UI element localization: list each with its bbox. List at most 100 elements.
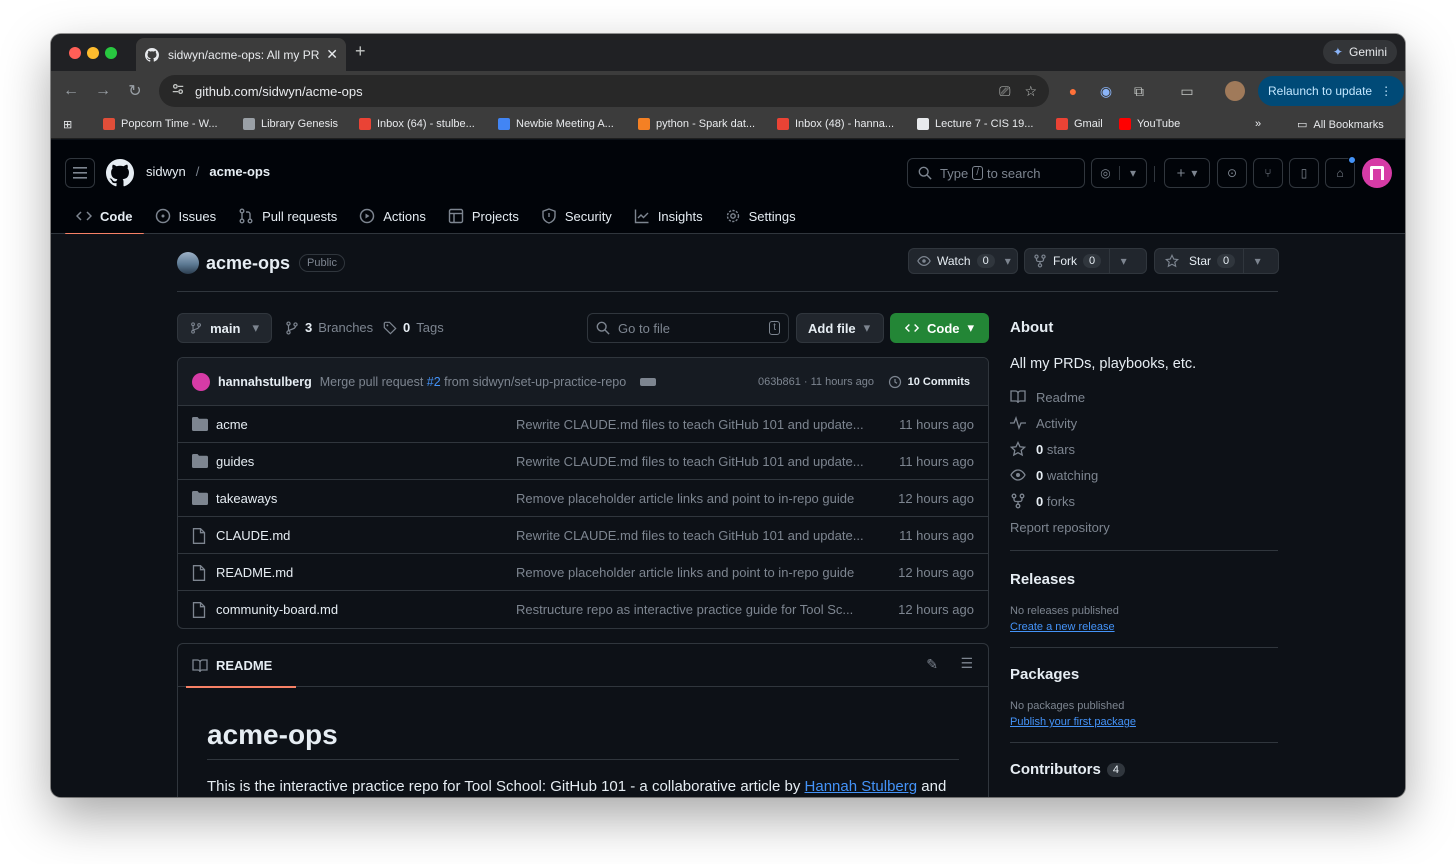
star-button[interactable]: Star 0 ▾ <box>1154 248 1279 274</box>
table-row[interactable]: README.md Remove placeholder article lin… <box>178 554 988 591</box>
apps-grid-icon[interactable]: ⊞ <box>63 118 72 131</box>
tags-link[interactable]: 0 Tags <box>383 320 444 335</box>
extension-chrome-icon[interactable]: ◉ <box>1096 81 1116 101</box>
repositories-button[interactable]: ▯ <box>1289 158 1319 188</box>
back-arrow-icon[interactable]: ← <box>55 82 87 100</box>
file-commit-message[interactable]: Remove placeholder article links and poi… <box>516 491 866 506</box>
fork-button[interactable]: Fork 0 ▾ <box>1024 248 1147 274</box>
profile-avatar[interactable] <box>1225 81 1245 101</box>
new-tab-button[interactable]: + <box>355 41 366 62</box>
readme-tab[interactable]: README <box>185 644 297 688</box>
forks-link[interactable]: 0 forks <box>1010 488 1278 514</box>
report-repository-link[interactable]: Report repository <box>1010 514 1278 540</box>
bookmark-item[interactable]: Gmail <box>1056 118 1103 130</box>
table-row[interactable]: community-board.md Restructure repo as i… <box>178 591 988 628</box>
bookmark-item[interactable]: Library Genesis <box>243 118 338 130</box>
extensions-puzzle-icon[interactable]: ⧉ <box>1129 81 1149 101</box>
table-row[interactable]: takeaways Remove placeholder article lin… <box>178 480 988 517</box>
close-tab-icon[interactable]: ✕ <box>326 46 338 63</box>
tab-pull-requests[interactable]: Pull requests <box>227 198 348 234</box>
stars-link[interactable]: 0 stars <box>1010 436 1278 462</box>
branch-selector[interactable]: main ▾ <box>177 313 272 343</box>
tab-settings[interactable]: Settings <box>714 198 807 234</box>
file-name[interactable]: README.md <box>216 565 293 580</box>
code-button[interactable]: Code ▾ <box>890 313 989 343</box>
file-commit-message[interactable]: Rewrite CLAUDE.md files to teach GitHub … <box>516 417 866 432</box>
close-window-button[interactable] <box>69 47 81 59</box>
create-release-link[interactable]: Create a new release <box>1010 621 1278 633</box>
tab-actions[interactable]: Actions <box>348 198 437 234</box>
publish-package-link[interactable]: Publish your first package <box>1010 716 1278 728</box>
table-row[interactable]: guides Rewrite CLAUDE.md files to teach … <box>178 443 988 480</box>
file-commit-message[interactable]: Restructure repo as interactive practice… <box>516 602 866 617</box>
ellipsis-icon[interactable] <box>640 377 657 386</box>
gemini-button[interactable]: ✦ Gemini <box>1322 40 1397 64</box>
releases-heading[interactable]: Releases <box>1010 571 1278 588</box>
file-name[interactable]: community-board.md <box>216 602 338 617</box>
create-new-button[interactable]: + ▾ <box>1164 158 1210 188</box>
fork-dropdown[interactable]: ▾ <box>1109 249 1137 273</box>
commit-pr-link[interactable]: #2 <box>427 375 441 389</box>
chevron-double-right-icon[interactable]: » <box>1255 118 1261 130</box>
file-name[interactable]: guides <box>216 454 254 469</box>
all-bookmarks[interactable]: ▭ All Bookmarks <box>1297 118 1384 132</box>
readme-author-link[interactable]: Hannah Stulberg <box>805 778 918 795</box>
bookmark-star-icon[interactable]: ☆ <box>1024 83 1037 100</box>
file-name[interactable]: acme <box>216 417 248 432</box>
branches-link[interactable]: 3 Branches <box>285 320 373 335</box>
file-commit-message[interactable]: Rewrite CLAUDE.md files to teach GitHub … <box>516 528 866 543</box>
relaunch-button[interactable]: Relaunch to update ⋮ <box>1258 76 1405 106</box>
bookmark-item[interactable]: YouTube <box>1119 118 1180 130</box>
address-bar[interactable]: github.com/sidwyn/acme-ops ⎚ ☆ <box>159 75 1049 107</box>
copilot-button[interactable]: ◎ ▾ <box>1091 158 1147 188</box>
bookmark-item[interactable]: python - Spark dat... <box>638 118 755 130</box>
tab-projects[interactable]: Projects <box>437 198 530 234</box>
bookmark-item[interactable]: Lecture 7 - CIS 19... <box>917 118 1033 130</box>
zoom-window-button[interactable] <box>105 47 117 59</box>
tab-security[interactable]: Security <box>530 198 623 234</box>
reading-list-icon[interactable]: ▭ <box>1177 81 1197 101</box>
file-name[interactable]: takeaways <box>216 491 277 506</box>
file-commit-message[interactable]: Rewrite CLAUDE.md files to teach GitHub … <box>516 454 866 469</box>
tab-insights[interactable]: Insights <box>623 198 714 234</box>
bookmark-item[interactable]: Inbox (64) - stulbe... <box>359 118 475 130</box>
star-dropdown[interactable]: ▾ <box>1243 249 1271 273</box>
issues-button[interactable]: ⊙ <box>1217 158 1247 188</box>
table-row[interactable]: acme Rewrite CLAUDE.md files to teach Gi… <box>178 406 988 443</box>
commits-link[interactable]: 10 Commits <box>888 375 970 389</box>
extension-flame-icon[interactable]: ● <box>1063 81 1083 101</box>
breadcrumb-repo[interactable]: acme-ops <box>209 164 270 179</box>
commit-author-avatar[interactable] <box>192 372 210 391</box>
reload-icon[interactable]: ↻ <box>119 81 151 101</box>
activity-link[interactable]: Activity <box>1010 410 1278 436</box>
user-avatar[interactable] <box>1362 158 1392 188</box>
repo-owner-avatar[interactable] <box>177 252 199 274</box>
packages-heading[interactable]: Packages <box>1010 666 1278 683</box>
bookmark-item[interactable]: Popcorn Time - W... <box>103 118 218 130</box>
commit-author[interactable]: hannahstulberg <box>218 375 312 389</box>
pencil-icon[interactable]: ✎ <box>926 656 938 673</box>
bookmark-item[interactable]: Inbox (48) - hanna... <box>777 118 894 130</box>
tab-code[interactable]: Code <box>65 198 144 235</box>
pull-requests-button[interactable]: ⑂ <box>1253 158 1283 188</box>
browser-tab[interactable]: sidwyn/acme-ops: All my PRD ✕ <box>136 38 346 71</box>
file-commit-message[interactable]: Remove placeholder article links and poi… <box>516 565 866 580</box>
go-to-file-input[interactable]: Go to file t <box>587 313 789 343</box>
breadcrumb-owner[interactable]: sidwyn <box>146 164 186 179</box>
bookmark-item[interactable]: Newbie Meeting A... <box>498 118 614 130</box>
commit-message[interactable]: Merge pull request #2 from sidwyn/set-up… <box>320 375 626 389</box>
watching-link[interactable]: 0 watching <box>1010 462 1278 488</box>
forward-arrow-icon[interactable]: → <box>87 82 119 100</box>
minimize-window-button[interactable] <box>87 47 99 59</box>
add-file-button[interactable]: Add file ▾ <box>796 313 884 343</box>
table-row[interactable]: CLAUDE.md Rewrite CLAUDE.md files to tea… <box>178 517 988 554</box>
github-logo-icon[interactable] <box>106 159 134 187</box>
commit-sha-time[interactable]: 063b861 · 11 hours ago <box>758 376 874 388</box>
site-info-icon[interactable] <box>171 82 185 101</box>
tab-issues[interactable]: Issues <box>144 198 228 234</box>
readme-link[interactable]: Readme <box>1010 384 1278 410</box>
search-input[interactable]: Type / to search <box>907 158 1085 188</box>
contributors-heading[interactable]: Contributors 4 <box>1010 761 1278 778</box>
file-name[interactable]: CLAUDE.md <box>216 528 290 543</box>
list-unordered-icon[interactable]: ☰ <box>960 655 973 672</box>
